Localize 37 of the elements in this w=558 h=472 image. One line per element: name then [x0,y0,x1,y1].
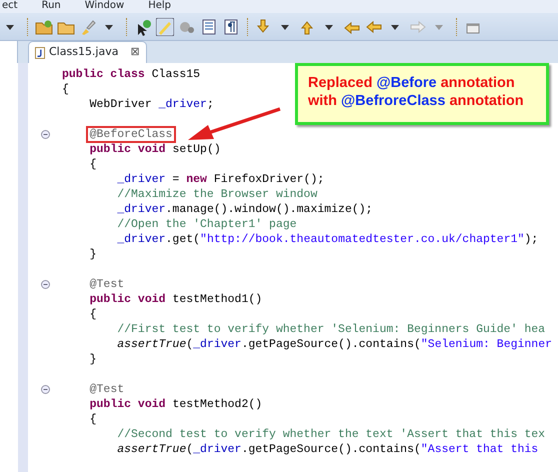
callout-note: Replaced @Before annotation with @BefroreClass annotation [295,63,549,125]
code-line: //Maximize the Browser window [117,188,318,201]
code-line: //Open the 'Chapter1' page [117,218,297,231]
code-line: } [90,248,97,261]
code-line: assertTrue(_driver.getPageSource().contains("Selenium: Beginner [117,338,552,351]
code-line: { [62,83,69,96]
code-line: @Test [90,278,124,291]
code-line: public void testMethod2() [90,398,262,411]
collapse-icon[interactable] [40,130,50,139]
code-line: public void setUp() [90,143,221,156]
java-file-icon [35,46,45,58]
code-line: _driver.manage().window().maximize(); [117,203,373,216]
collapse-icon[interactable] [40,385,50,394]
menu-item[interactable]: ect [2,0,18,13]
code-line: { [90,413,97,426]
code-line: WebDriver _driver; [90,98,214,111]
code-line: { [90,158,97,171]
code-line: } [90,353,97,366]
menu-item[interactable]: Help [148,0,172,13]
code-line: public class Class15 [62,68,200,81]
document-icon[interactable] [200,18,218,36]
close-button[interactable]: ⊠ [130,44,140,61]
code-line: @Test [90,383,124,396]
folder-icon[interactable] [35,18,53,36]
code-line: { [90,308,97,321]
code-line: _driver.get("http://book.theautomatedtester.co.uk/chapter1"); [117,233,538,246]
code-line: assertTrue(_driver.getPageSource().contains("Assert that this [117,443,538,456]
editor-tab[interactable]: Class15.java ⊠ [28,41,147,63]
code-line: _driver = new FirefoxDriver(); [117,173,324,186]
menu-item[interactable]: Run [42,0,61,13]
code-line: //Second test to verify whether the text 'Assert that this tex [117,428,546,441]
pilcrow-icon[interactable] [222,18,240,36]
menu-item[interactable]: Window [84,0,124,13]
collapse-icon[interactable] [40,280,50,289]
code-line: //First test to verify whether 'Selenium: Beginners Guide' hea [117,323,546,336]
code-line: public void testMethod1() [90,293,262,306]
highlighter-icon[interactable] [156,18,174,36]
